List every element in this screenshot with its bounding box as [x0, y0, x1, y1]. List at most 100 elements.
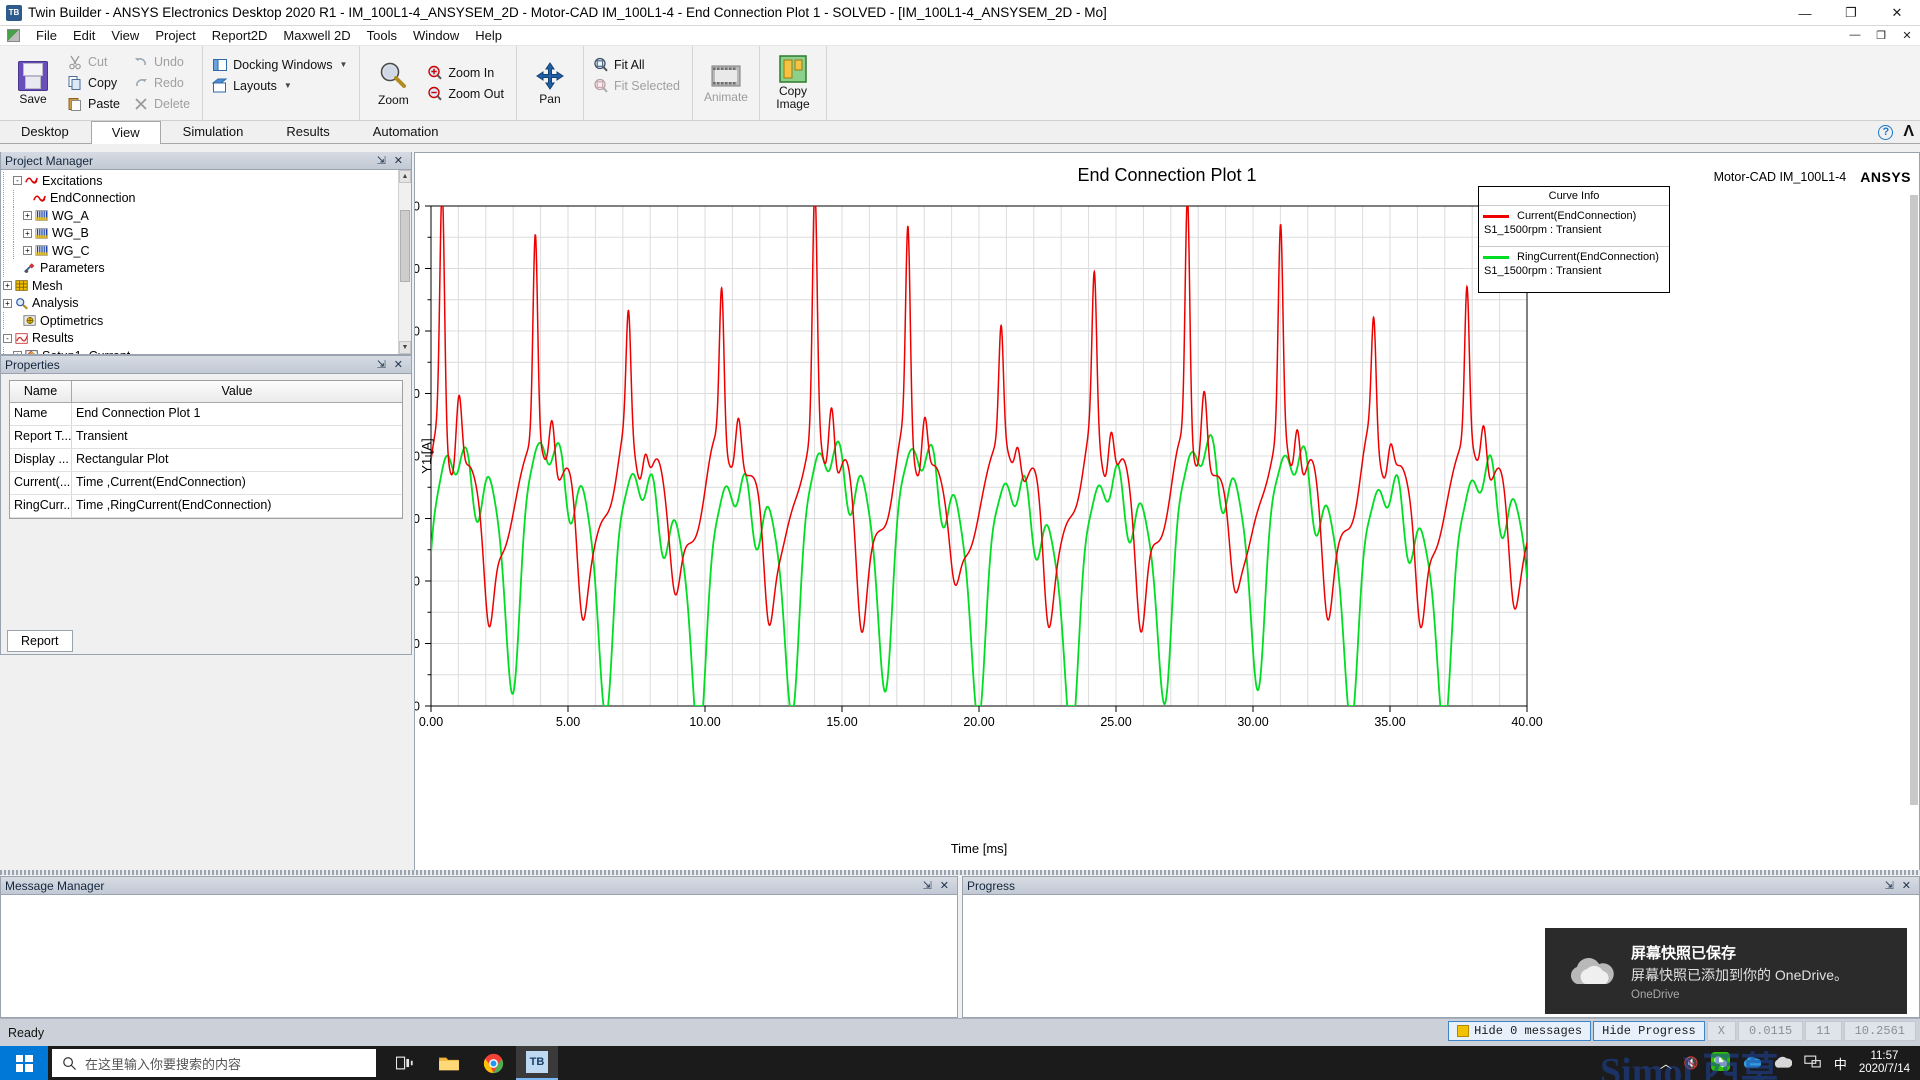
tree-item-parameters[interactable]: Parameters [1, 259, 398, 278]
report-tab[interactable]: Report [7, 630, 73, 652]
tree-item-label: EndConnection [50, 191, 136, 206]
tree-item-endconnection[interactable]: EndConnection [1, 189, 398, 208]
chart-canvas[interactable]: 40.00 30.00 20.00 10.00 0.00 -10.00 -20.00 -30.… [415, 153, 1920, 873]
maximize-button[interactable]: ❐ [1828, 0, 1874, 26]
panel-splitter[interactable] [0, 870, 1920, 875]
onedrive-grey-icon[interactable] [1773, 1055, 1793, 1072]
properties-row[interactable]: Current(... Time ,Current(EndConnection) [10, 472, 402, 495]
onedrive-toast[interactable]: 屏幕快照已保存 屏幕快照已添加到你的 OneDrive。 OneDrive [1545, 928, 1907, 1014]
menu-view[interactable]: View [103, 27, 147, 44]
cut-button[interactable]: Cut [64, 52, 126, 73]
tree-expander[interactable]: + [23, 211, 32, 221]
fit-all-button[interactable]: Fit All [590, 54, 686, 75]
pan-button[interactable]: Pan [521, 48, 579, 118]
hide-messages-button[interactable]: Hide 0 messages [1448, 1021, 1592, 1041]
tab-automation[interactable]: Automation [352, 120, 460, 143]
copy-button[interactable]: Copy [64, 73, 126, 94]
scroll-thumb[interactable] [400, 210, 410, 282]
wechat-icon[interactable] [1710, 1052, 1730, 1074]
ime-icon[interactable]: 中 [1834, 1054, 1847, 1073]
tree-expander[interactable]: + [23, 228, 32, 238]
properties-row[interactable]: RingCurr... Time ,RingCurrent(EndConnecti… [10, 495, 402, 518]
tree-expander[interactable]: + [23, 246, 32, 256]
close-icon[interactable]: ✕ [390, 154, 407, 167]
tree-item-excitations[interactable]: - Excitations [1, 172, 398, 190]
menu-tools[interactable]: Tools [359, 27, 405, 44]
inner-close-button[interactable]: ✕ [1894, 26, 1920, 45]
menu-window[interactable]: Window [405, 27, 467, 44]
inner-minimize-button[interactable]: — [1842, 26, 1868, 45]
copy-image-button[interactable]: Copy Image [764, 48, 822, 118]
tree-expander[interactable]: + [13, 351, 22, 354]
properties-row[interactable]: Name End Connection Plot 1 [10, 403, 402, 426]
show-hidden-icons[interactable]: ︿ [1660, 1055, 1672, 1072]
tree-item-analysis[interactable]: + Analysis [1, 295, 398, 313]
chart-scrollbar[interactable] [1910, 195, 1918, 805]
file-explorer-icon[interactable] [428, 1046, 470, 1080]
tree-expander[interactable]: - [3, 333, 12, 343]
tree-item-wg-a[interactable]: + WG_A [1, 207, 398, 225]
scroll-up-arrow[interactable]: ▲ [399, 170, 411, 183]
pin-icon[interactable]: ⇲ [373, 358, 390, 371]
zoom-in-button[interactable]: Zoom In [424, 62, 510, 83]
minimize-button[interactable]: — [1782, 0, 1828, 26]
properties-row[interactable]: Display ... Rectangular Plot [10, 449, 402, 472]
task-view-icon[interactable] [384, 1046, 426, 1080]
hide-progress-button[interactable]: Hide Progress [1593, 1021, 1705, 1041]
fit-selected-button[interactable]: Fit Selected [590, 75, 686, 96]
redo-button[interactable]: Redo [130, 73, 196, 94]
tab-desktop[interactable]: Desktop [0, 120, 90, 143]
status-close-button[interactable]: X [1706, 1021, 1736, 1041]
tree-expander[interactable]: + [3, 281, 12, 291]
tree-item-wg-c[interactable]: + WG_C [1, 242, 398, 260]
tree-expander[interactable]: - [13, 176, 22, 186]
taskbar-clock[interactable]: 11:57 2020/7/14 [1859, 1050, 1910, 1076]
zoom-button[interactable]: Zoom [364, 48, 422, 118]
menu-file[interactable]: File [28, 27, 65, 44]
close-icon[interactable]: ✕ [1898, 879, 1915, 892]
tree-item-mesh[interactable]: + Mesh [1, 277, 398, 295]
tree-item-setup1-current[interactable]: + Setup1_Current [1, 347, 398, 354]
network-icon[interactable] [1804, 1054, 1822, 1072]
save-button[interactable]: Save [4, 48, 62, 118]
menu-maxwell2d[interactable]: Maxwell 2D [275, 27, 358, 44]
menu-report2d[interactable]: Report2D [204, 27, 276, 44]
pin-icon[interactable]: ⇲ [1881, 879, 1898, 892]
undo-button[interactable]: Undo [130, 52, 196, 73]
close-icon[interactable]: ✕ [936, 879, 953, 892]
tree-item-optimetrics[interactable]: Optimetrics [1, 312, 398, 330]
close-icon[interactable]: ✕ [390, 358, 407, 371]
delete-button[interactable]: Delete [130, 94, 196, 115]
properties-row[interactable]: Report T... Transient [10, 426, 402, 449]
tab-results[interactable]: Results [265, 120, 350, 143]
docking-windows-button[interactable]: Docking Windows ▼ [209, 54, 353, 75]
tree-expander[interactable]: + [3, 298, 12, 308]
menu-project[interactable]: Project [147, 27, 203, 44]
pin-icon[interactable]: ⇲ [919, 879, 936, 892]
inner-maximize-button[interactable]: ❐ [1868, 26, 1894, 45]
tree-item-results[interactable]: - Results [1, 330, 398, 348]
paste-button[interactable]: Paste [64, 94, 126, 115]
excitation-icon [25, 174, 39, 187]
menu-edit[interactable]: Edit [65, 27, 103, 44]
pin-icon[interactable]: ⇲ [373, 154, 390, 167]
taskbar-search-input[interactable]: 在这里输入你要搜索的内容 [52, 1049, 376, 1077]
volume-muted-icon[interactable]: 🔇 [1684, 1056, 1699, 1070]
tree-item-wg-b[interactable]: + WG_B [1, 224, 398, 243]
help-icon[interactable]: ? [1878, 124, 1894, 140]
layouts-button[interactable]: Layouts ▼ [209, 75, 353, 96]
chrome-icon[interactable] [472, 1046, 514, 1080]
zoom-out-button[interactable]: Zoom Out [424, 83, 510, 104]
project-tree[interactable]: - Excitations EndConnection + WG_A + WG_B + WG_C… [1, 170, 398, 354]
project-tree-scrollbar[interactable]: ▲ ▼ [398, 170, 411, 354]
close-button[interactable]: ✕ [1874, 0, 1920, 26]
menu-help[interactable]: Help [467, 27, 510, 44]
twin-builder-icon[interactable]: TB [516, 1046, 558, 1080]
animate-button[interactable]: Animate [697, 48, 755, 118]
start-button[interactable] [0, 1046, 48, 1080]
properties-table: Name Value Name End Connection Plot 1 Repo… [9, 380, 403, 519]
onedrive-blue-icon[interactable] [1742, 1055, 1762, 1072]
tab-simulation[interactable]: Simulation [162, 120, 265, 143]
tab-view[interactable]: View [90, 121, 161, 144]
scroll-down-arrow[interactable]: ▼ [399, 341, 411, 354]
